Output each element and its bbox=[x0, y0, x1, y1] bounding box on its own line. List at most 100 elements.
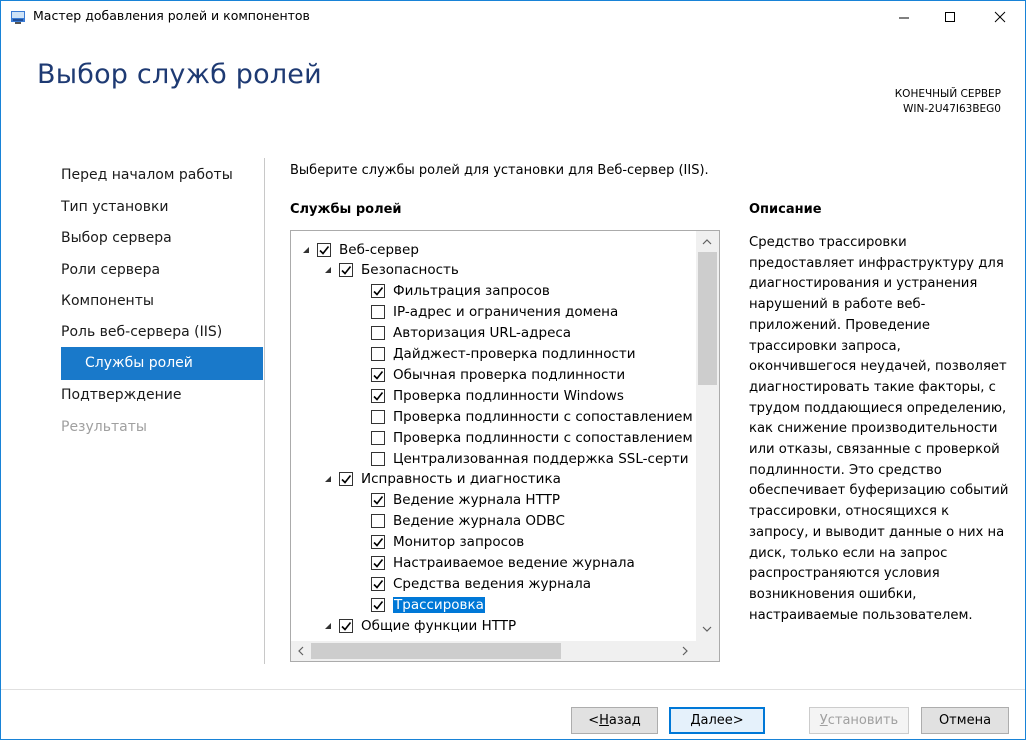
nav-item-web-server-role[interactable]: Роль веб-сервера (IIS) bbox=[61, 324, 222, 340]
window-title: Мастер добавления ролей и компонентов bbox=[33, 8, 310, 23]
role-services-tree[interactable]: Веб-сервер Безопасность Фильтрация запросо… bbox=[290, 230, 720, 662]
nav-item-server-selection[interactable]: Выбор сервера bbox=[61, 230, 172, 246]
tree-checkbox[interactable] bbox=[317, 242, 331, 257]
tree-item[interactable]: Веб-сервер bbox=[301, 239, 419, 260]
tree-vertical-scrollbar[interactable] bbox=[696, 231, 719, 641]
tree-item[interactable]: Ведение журнала ODBC bbox=[371, 511, 565, 532]
cancel-button[interactable]: Отмена bbox=[921, 707, 1009, 734]
nav-item-confirmation[interactable]: Подтверждение bbox=[61, 387, 181, 403]
tree-item-label: Дайджест-проверка подлинности bbox=[393, 346, 636, 362]
page-title: Выбор служб ролей bbox=[37, 59, 322, 90]
expander-icon[interactable] bbox=[301, 245, 311, 255]
back-label: азад bbox=[608, 713, 641, 728]
tree-item[interactable]: Централизованная поддержка SSL-серти bbox=[371, 448, 688, 469]
tree-checkbox[interactable] bbox=[371, 493, 385, 508]
install-mnemonic: У bbox=[819, 713, 828, 728]
tree-item-label: Фильтрация запросов bbox=[393, 283, 550, 300]
tree-checkbox[interactable] bbox=[371, 305, 385, 320]
tree-item-label: Обычная проверка подлинности bbox=[393, 366, 626, 383]
maximize-icon bbox=[945, 11, 955, 22]
next-suffix: > bbox=[732, 713, 744, 728]
tree-item[interactable]: Исправность и диагностика bbox=[323, 469, 561, 490]
tree-item-label: Проверка подлинности с сопоставлением bbox=[393, 408, 693, 425]
check-icon bbox=[341, 475, 352, 485]
nav-item-before-you-begin[interactable]: Перед началом работы bbox=[61, 167, 233, 183]
minimize-button[interactable] bbox=[881, 1, 927, 32]
tree-item-label: Проверка подлинности с сопоставлением bbox=[393, 429, 693, 446]
nav-item-server-roles[interactable]: Роли сервера bbox=[61, 262, 160, 278]
tree-checkbox[interactable] bbox=[371, 347, 385, 361]
scroll-up-icon bbox=[702, 239, 712, 245]
tree-item[interactable]: Фильтрация запросов bbox=[371, 281, 550, 302]
tree-item[interactable]: Авторизация URL-адреса bbox=[371, 323, 571, 344]
tree-item[interactable]: Обычная проверка подлинности bbox=[371, 364, 625, 385]
tree-checkbox[interactable] bbox=[371, 597, 385, 612]
minimize-icon bbox=[899, 17, 909, 18]
horizontal-scroll-thumb[interactable] bbox=[311, 643, 561, 659]
tree-checkbox[interactable] bbox=[371, 451, 385, 466]
tree-item-label: Безопасность bbox=[361, 262, 459, 279]
tree-item[interactable]: Дайджест-проверка подлинности bbox=[371, 344, 636, 365]
tree-checkbox[interactable] bbox=[339, 263, 353, 278]
check-icon bbox=[373, 538, 384, 547]
back-button[interactable]: < Назад bbox=[571, 707, 658, 734]
tree-item-label: IP-адрес и ограничения домена bbox=[393, 304, 619, 321]
tree-item-label: Ведение журнала ODBC bbox=[393, 513, 565, 530]
tree-item[interactable]: Настраиваемое ведение журнала bbox=[371, 553, 635, 574]
tree-item[interactable]: Проверка подлинности Windows bbox=[371, 385, 624, 406]
tree-item[interactable]: Средства ведения журнала bbox=[371, 573, 591, 594]
maximize-button[interactable] bbox=[927, 1, 973, 32]
check-icon bbox=[373, 287, 384, 297]
tree-checkbox[interactable] bbox=[339, 472, 353, 487]
tree-checkbox[interactable] bbox=[371, 284, 385, 299]
scroll-down-icon bbox=[702, 626, 712, 632]
vertical-scroll-thumb[interactable] bbox=[698, 252, 717, 385]
tree-item-label: Веб-сервер bbox=[339, 241, 419, 258]
tree-checkbox[interactable] bbox=[371, 556, 385, 570]
tree-checkbox[interactable] bbox=[371, 535, 385, 550]
tree-item[interactable]: Трассировка bbox=[371, 594, 485, 615]
nav-item-features[interactable]: Компоненты bbox=[61, 293, 154, 309]
tree-item[interactable]: Проверка подлинности с сопоставлением bbox=[371, 427, 693, 448]
install-label: становить bbox=[827, 713, 899, 728]
description-text: Средство трассировки предоставляет инфра… bbox=[749, 235, 1009, 623]
tree-checkbox[interactable] bbox=[339, 618, 353, 633]
expander-icon[interactable] bbox=[323, 265, 333, 275]
tree-checkbox[interactable] bbox=[371, 409, 385, 424]
tree-horizontal-scrollbar[interactable] bbox=[291, 641, 696, 661]
destination-server-caption: КОНЕЧНЫЙ СЕРВЕР bbox=[894, 88, 1001, 100]
tree-item-label: Настраиваемое ведение журнала bbox=[393, 555, 635, 571]
check-icon bbox=[341, 621, 352, 631]
tree-item[interactable]: Безопасность bbox=[323, 260, 459, 281]
tree-checkbox[interactable] bbox=[371, 326, 385, 341]
check-icon bbox=[341, 266, 352, 276]
tree-item[interactable]: Монитор запросов bbox=[371, 532, 524, 553]
tree-checkbox[interactable] bbox=[371, 367, 385, 382]
expander-icon[interactable] bbox=[323, 474, 333, 484]
close-button[interactable] bbox=[977, 1, 1023, 32]
tree-item[interactable]: Общие функции HTTP bbox=[323, 615, 516, 636]
server-manager-icon bbox=[10, 9, 26, 25]
tree-item-label: Общие функции HTTP bbox=[361, 617, 517, 634]
tree-item[interactable]: Ведение журнала HTTP bbox=[371, 490, 560, 511]
nav-item-installation-type[interactable]: Тип установки bbox=[61, 199, 169, 215]
tree-checkbox[interactable] bbox=[371, 388, 385, 403]
next-label: алее bbox=[700, 713, 733, 728]
check-icon bbox=[373, 370, 384, 380]
tree-item[interactable]: Проверка подлинности с сопоставлением bbox=[371, 406, 693, 427]
tree-checkbox[interactable] bbox=[371, 430, 385, 445]
tree-item-label: Трассировка bbox=[393, 596, 485, 613]
tree-item[interactable]: IP-адрес и ограничения домена bbox=[371, 302, 618, 323]
expander-icon[interactable] bbox=[323, 621, 333, 631]
nav-item-role-services[interactable]: Службы ролей bbox=[61, 347, 263, 380]
tree-checkbox[interactable] bbox=[371, 576, 385, 591]
check-icon bbox=[373, 496, 384, 506]
back-mnemonic: Н bbox=[599, 713, 609, 728]
tree-checkbox[interactable] bbox=[371, 514, 385, 529]
footer-divider bbox=[1, 689, 1025, 690]
wizard-window: Мастер добавления ролей и компонентов Вы… bbox=[0, 0, 1026, 740]
scroll-right-icon bbox=[682, 646, 688, 656]
description-heading: Описание bbox=[749, 202, 822, 217]
next-button[interactable]: Далее > bbox=[669, 707, 765, 734]
nav-item-results: Результаты bbox=[61, 419, 147, 435]
